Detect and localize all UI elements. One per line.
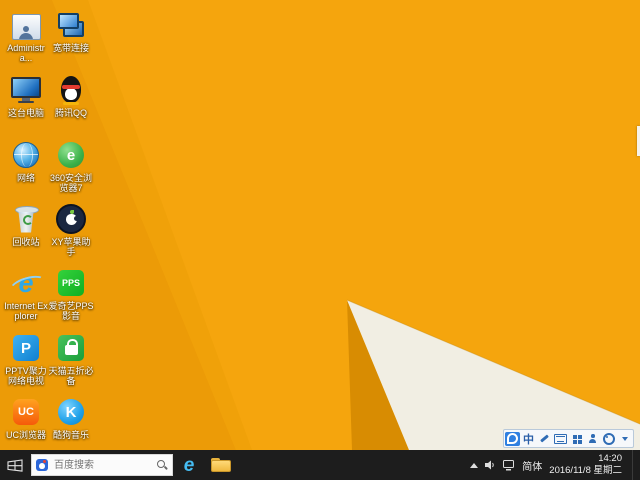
account-person-icon[interactable] [585,432,600,446]
collapse-chevron-icon[interactable] [617,432,632,446]
windows-logo-icon [7,458,23,472]
icon-label: 腾讯QQ [54,108,87,118]
icon-label: Internet Explorer [4,301,48,322]
toolbox-grid-icon[interactable] [569,432,584,446]
settings-gear-icon[interactable] [601,432,616,446]
clock-date: 2016/11/8 星期二 [549,465,622,476]
baidu-search-box[interactable] [31,454,173,476]
ime-logo-icon[interactable] [505,431,520,446]
icon-label: 回收站 [12,237,40,247]
broadband-connection-icon [55,9,87,41]
iqiyi-pps-icon: PPS [55,267,87,299]
icon-label: 天猫五折必备 [48,366,94,387]
desktop-icon-qq[interactable]: 腾讯QQ [48,74,94,118]
tray-clock[interactable]: 14:20 2016/11/8 星期二 [549,453,622,478]
desktop-icon-360-browser[interactable]: e 360安全浏览器7 [48,139,94,194]
folder-icon [211,457,231,473]
icon-label: 酷狗音乐 [52,430,89,440]
hidden-icons-chevron[interactable] [470,462,479,468]
desktop-icon-administrator[interactable]: Administra... [3,9,49,64]
qq-penguin-icon [55,74,87,106]
taskbar: e 简体 14:20 2016/11/8 星期二 [0,450,640,480]
desktop-icon-xy-assistant[interactable]: XY苹果助手 [48,203,94,258]
soft-keyboard-icon[interactable] [553,432,568,446]
ime-language-bar: 中 [503,429,634,448]
icon-label: PPTV聚力网络电视 [5,366,47,387]
pptv-icon: P [10,332,42,364]
search-input[interactable] [52,458,153,472]
desktop-icon-uc-browser[interactable]: UC UC浏览器 [3,396,49,440]
desktop-icon-network[interactable]: 网络 [3,139,49,183]
desktop-icon-iqiyi[interactable]: PPS 爱奇艺PPS影音 [48,267,94,322]
xy-apple-icon [55,203,87,235]
search-magnifier-icon[interactable] [157,459,168,471]
icon-label: 爱奇艺PPS影音 [48,301,94,322]
icon-label: UC浏览器 [6,430,46,440]
ie-icon: e [7,267,49,300]
desktop-icon-kugou[interactable]: K 酷狗音乐 [48,396,94,440]
recycle-bin-icon [10,203,42,235]
icon-label: 360安全浏览器7 [49,173,93,194]
icon-label: 这台电脑 [7,108,44,118]
desktop-icon-broadband[interactable]: 宽带连接 [48,9,94,53]
show-desktop-button[interactable] [632,450,638,480]
taskbar-file-explorer-button[interactable] [205,450,237,480]
taskbar-ie-button[interactable]: e [173,450,205,480]
user-folder-icon [10,9,42,41]
icon-label: Administra... [7,43,45,64]
language-indicator[interactable]: 简体 [522,458,542,473]
360-browser-icon: e [55,139,87,171]
ie-icon: e [183,454,195,476]
desktop-screen: Administra... 这台电脑 网络 回收站 e Internet Exp… [0,0,640,480]
network-icon[interactable] [503,459,515,471]
kugou-icon: K [55,396,87,428]
desktop-icon-internet-explorer[interactable]: e Internet Explorer [3,267,49,322]
desktop-icon-this-pc[interactable]: 这台电脑 [3,74,49,118]
system-tray: 简体 14:20 2016/11/8 星期二 [470,450,640,480]
handwriting-pen-icon[interactable] [537,432,552,446]
desktop-icon-pptv[interactable]: P PPTV聚力网络电视 [3,332,49,387]
baidu-logo-icon [36,459,48,471]
icon-label: XY苹果助手 [51,237,91,258]
wallpaper [0,0,640,450]
clock-time: 14:20 [598,452,622,464]
volume-icon[interactable] [485,460,496,470]
shopping-bag-icon [55,332,87,364]
ime-chinese-mode-button[interactable]: 中 [521,432,536,446]
start-button[interactable] [0,450,30,480]
icon-label: 宽带连接 [52,43,89,53]
icon-label: 网络 [16,173,35,183]
desktop-icon-recycle-bin[interactable]: 回收站 [3,203,49,247]
globe-network-icon [10,139,42,171]
computer-icon [10,74,42,106]
uc-browser-icon: UC [10,396,42,428]
desktop-icon-tmall[interactable]: 天猫五折必备 [48,332,94,387]
